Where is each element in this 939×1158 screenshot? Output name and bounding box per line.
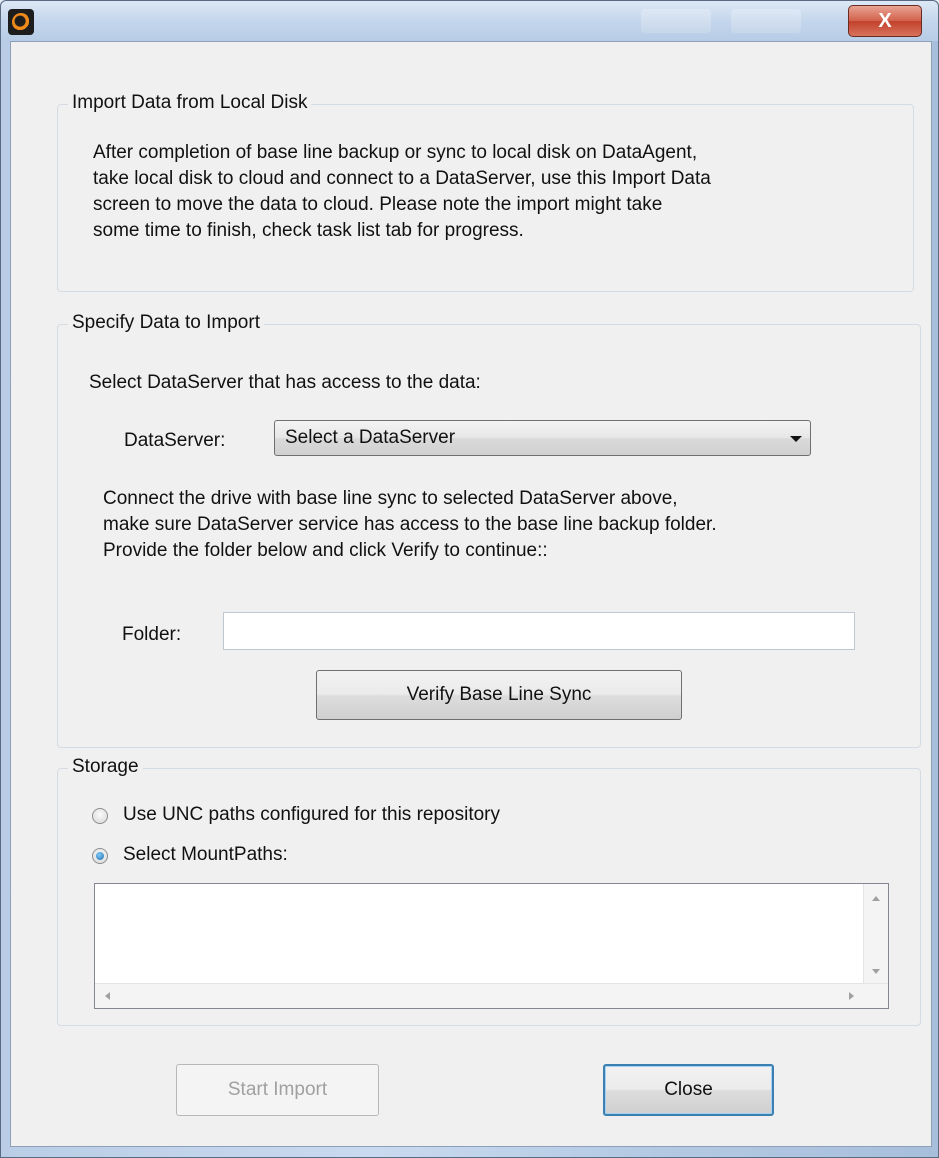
scroll-up-icon[interactable] <box>872 896 880 901</box>
background-window-button <box>641 9 711 33</box>
dataserver-selected-value: Select a DataServer <box>285 427 456 448</box>
window-close-button[interactable]: X <box>848 5 922 37</box>
select-dataserver-prompt: Select DataServer that has access to the… <box>89 372 481 393</box>
vertical-scrollbar[interactable] <box>863 884 888 984</box>
verify-base-line-sync-button[interactable]: Verify Base Line Sync <box>316 670 682 720</box>
background-window-button <box>731 9 801 33</box>
specify-data-legend: Specify Data to Import <box>68 312 264 334</box>
description-line: screen to move the data to cloud. Please… <box>93 194 663 215</box>
scroll-left-icon[interactable] <box>105 992 110 1000</box>
folder-input[interactable] <box>223 612 855 650</box>
folder-instructions: Connect the drive with base line sync to… <box>103 486 923 564</box>
description-line: take local disk to cloud and connect to … <box>93 168 711 189</box>
select-mountpaths-radio[interactable] <box>92 848 108 864</box>
select-mountpaths-label[interactable]: Select MountPaths: <box>123 842 288 868</box>
import-description: After completion of base line backup or … <box>93 140 908 244</box>
horizontal-scrollbar[interactable] <box>95 983 888 1008</box>
use-unc-paths-label[interactable]: Use UNC paths configured for this reposi… <box>123 802 500 828</box>
instruction-line: Provide the folder below and click Verif… <box>103 540 548 561</box>
description-line: some time to finish, check task list tab… <box>93 220 524 241</box>
description-line: After completion of base line backup or … <box>93 142 698 163</box>
storage-legend: Storage <box>68 756 143 778</box>
instruction-line: Connect the drive with base line sync to… <box>103 488 678 509</box>
dataserver-dropdown[interactable]: Select a DataServer <box>274 420 811 456</box>
folder-label: Folder: <box>122 624 182 645</box>
mountpaths-list[interactable] <box>94 883 889 1009</box>
dialog-window: X Import Data from Local Disk After comp… <box>0 0 939 1158</box>
title-bar[interactable]: X <box>1 1 938 41</box>
chevron-down-icon <box>790 436 802 442</box>
start-import-button[interactable]: Start Import <box>176 1064 379 1116</box>
use-unc-paths-radio[interactable] <box>92 808 108 824</box>
close-icon: X <box>878 9 892 32</box>
instruction-line: make sure DataServer service has access … <box>103 514 717 535</box>
dataserver-label: DataServer: <box>124 430 226 451</box>
app-icon <box>8 9 34 35</box>
scroll-down-icon[interactable] <box>872 969 880 974</box>
dialog-client-area: Import Data from Local Disk After comple… <box>10 41 932 1147</box>
import-data-legend: Import Data from Local Disk <box>68 92 312 114</box>
close-button[interactable]: Close <box>603 1064 774 1116</box>
scroll-right-icon[interactable] <box>849 992 854 1000</box>
